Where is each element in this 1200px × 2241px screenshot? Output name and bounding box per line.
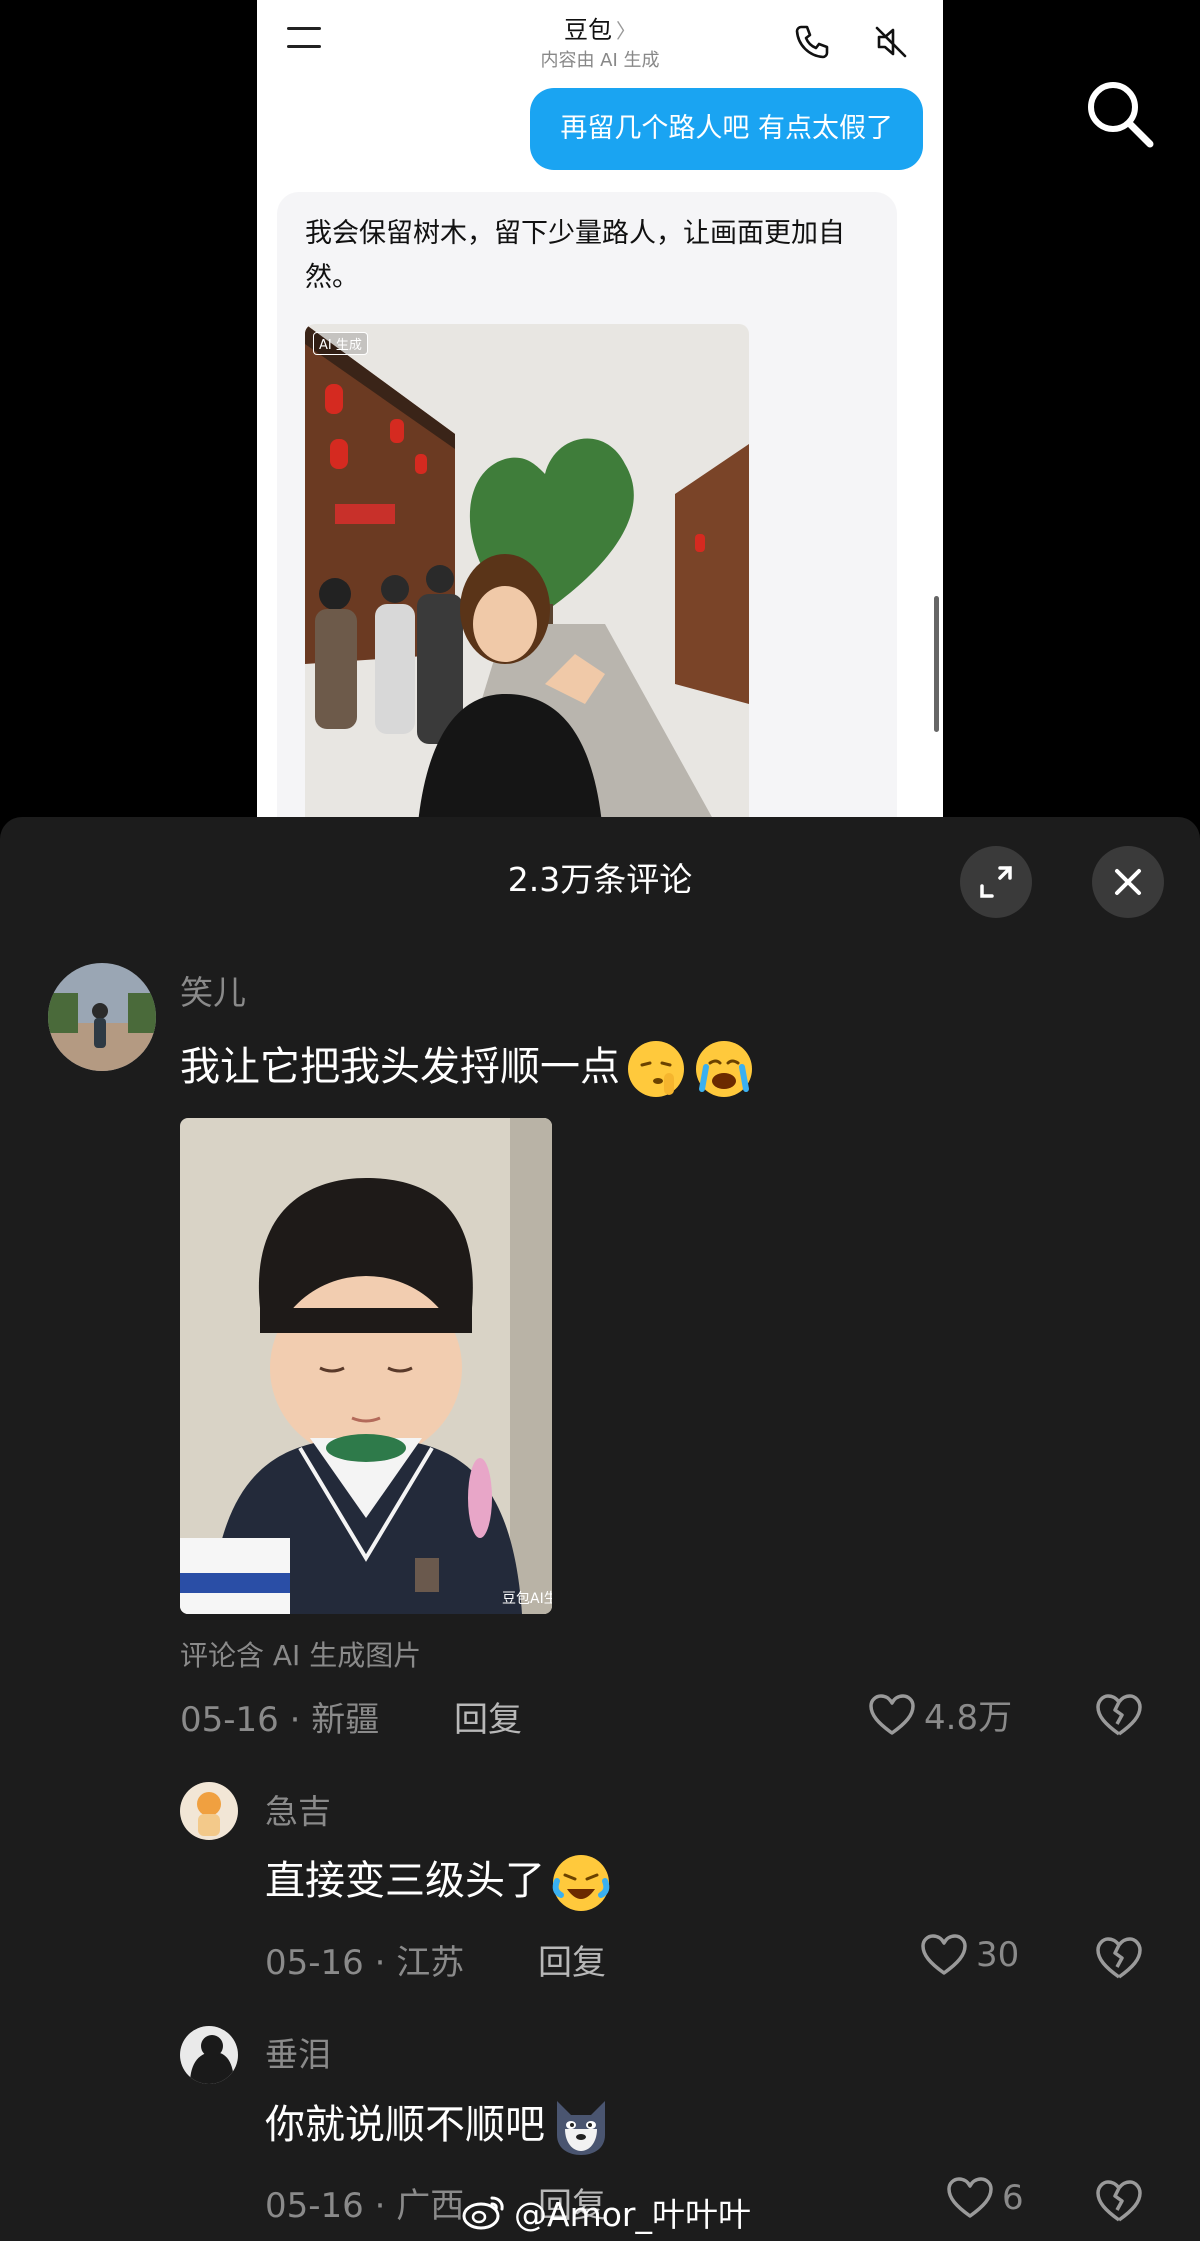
speaker-mute-icon[interactable] bbox=[871, 22, 911, 62]
comment-username[interactable]: 笑儿 bbox=[180, 966, 246, 1014]
avatar[interactable] bbox=[48, 963, 156, 1071]
ai-message-bubble: 我会保留树木，留下少量路人，让画面更加自然。 AI 生成 bbox=[277, 192, 897, 818]
reply-button[interactable]: 回复 bbox=[538, 1935, 606, 1984]
like-button[interactable]: 6 bbox=[946, 2176, 1024, 2220]
comment-username[interactable]: 急吉 bbox=[265, 1785, 331, 1833]
user-message-bubble: 再留几个路人吧 有点太假了 bbox=[530, 88, 923, 170]
like-button[interactable]: 4.8万 bbox=[868, 1690, 1012, 1739]
expand-button[interactable] bbox=[960, 846, 1032, 918]
chat-title[interactable]: 豆包〉 bbox=[257, 10, 943, 45]
avatar[interactable] bbox=[180, 2026, 238, 2084]
scrollbar[interactable] bbox=[934, 596, 939, 732]
heart-icon bbox=[947, 2177, 993, 2218]
laughing-crying-face-emoji bbox=[552, 1855, 610, 1911]
like-button[interactable]: 30 bbox=[920, 1933, 1019, 1977]
chat-screenshot: 豆包〉 内容由 AI 生成 再留几个路人吧 有点太假了 我会保留树木，留下少量路… bbox=[257, 0, 943, 818]
comment-image[interactable]: 豆包AI生成 bbox=[180, 1118, 552, 1614]
reply-button[interactable]: 回复 bbox=[454, 1692, 522, 1741]
comment-username[interactable]: 垂泪 bbox=[265, 2028, 331, 2076]
ai-image-note: 评论含 AI 生成图片 bbox=[180, 1639, 422, 1672]
comment-meta: 05-16 · 广西 bbox=[265, 2186, 465, 2226]
wolf-face-emoji bbox=[557, 2101, 605, 2155]
crying-face-emoji bbox=[696, 1041, 752, 1097]
weibo-logo-icon bbox=[462, 2196, 504, 2230]
close-button[interactable] bbox=[1092, 846, 1164, 918]
comment-meta: 05-16 · 江苏 bbox=[265, 1943, 465, 1983]
ai-generated-badge: AI 生成 bbox=[313, 332, 368, 355]
image-watermark-label: 豆包AI生成 bbox=[502, 1591, 552, 1607]
comment-text: 直接变三级头了 bbox=[265, 1848, 613, 1915]
shushing-face-emoji bbox=[628, 1041, 684, 1097]
close-icon bbox=[1115, 869, 1141, 895]
broken-heart-icon[interactable] bbox=[1094, 1935, 1144, 1981]
comment-text: 我让它把我头发捋顺一点 bbox=[180, 1034, 756, 1101]
ai-generated-image[interactable]: AI 生成 bbox=[305, 324, 749, 818]
comment-meta: 05-16 · 新疆 bbox=[180, 1700, 380, 1740]
weibo-watermark: @Amor_叶叶叶 bbox=[462, 2188, 751, 2236]
chevron-right-icon: 〉 bbox=[616, 19, 636, 43]
avatar[interactable] bbox=[180, 1782, 238, 1840]
broken-heart-icon[interactable] bbox=[1094, 2178, 1144, 2224]
chat-subtitle: 内容由 AI 生成 bbox=[540, 50, 660, 71]
search-icon[interactable] bbox=[1080, 74, 1160, 154]
broken-heart-icon[interactable] bbox=[1094, 1692, 1144, 1738]
expand-icon bbox=[980, 866, 1012, 898]
comment-text: 你就说顺不顺吧 bbox=[265, 2092, 613, 2159]
phone-call-icon[interactable] bbox=[792, 22, 832, 62]
heart-icon bbox=[921, 1934, 967, 1975]
heart-icon bbox=[869, 1693, 915, 1735]
ai-reply-text: 我会保留树木，留下少量路人，让画面更加自然。 bbox=[305, 218, 845, 293]
